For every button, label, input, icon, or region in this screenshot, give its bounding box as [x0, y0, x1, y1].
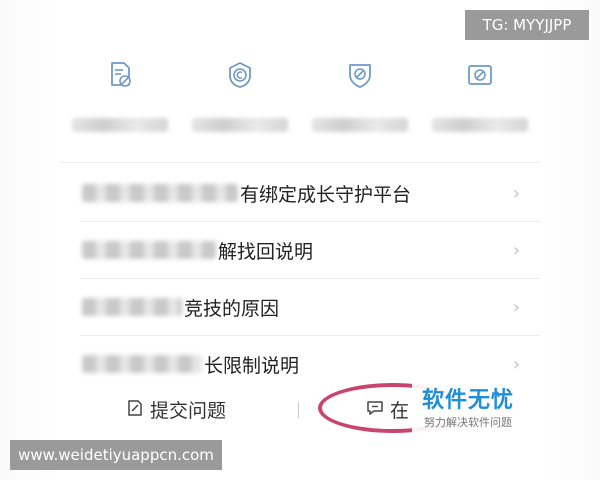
coin-badge-icon — [225, 60, 255, 94]
chevron-right-icon: › — [512, 354, 520, 375]
list-item[interactable]: 竞技的原因 › — [80, 279, 540, 336]
faq-list: 有绑定成长守护平台 › 解找回说明 › 竞技的原因 › 长限制说明 › — [80, 165, 540, 392]
brand-watermark-subtitle: 努力解决软件问题 — [424, 416, 512, 429]
blurred-text — [82, 184, 238, 202]
section-divider — [60, 162, 540, 163]
submit-question-label: 提交问题 — [150, 400, 227, 422]
shield-block-icon — [345, 60, 375, 94]
blurred-text — [82, 298, 182, 316]
quick-action-2[interactable] — [180, 60, 300, 140]
list-item-label: 长限制说明 — [204, 354, 300, 377]
quick-action-label-1 — [72, 118, 168, 132]
quick-action-label-3 — [312, 118, 408, 132]
blurred-text — [82, 355, 202, 373]
quick-action-4[interactable] — [420, 60, 540, 140]
edit-document-icon — [126, 399, 144, 421]
list-item[interactable]: 解找回说明 › — [80, 222, 540, 279]
right-edge — [540, 0, 600, 480]
list-item[interactable]: 有绑定成长守护平台 › — [80, 165, 540, 222]
quick-actions-row — [60, 60, 540, 140]
left-edge — [0, 0, 60, 480]
list-item-label: 竞技的原因 — [184, 297, 280, 320]
watermark-bottom-left: www.weidetiyuappcn.com — [10, 440, 222, 470]
quick-action-label-4 — [432, 118, 528, 132]
watermark-top-right: TG: MYYJJPP — [465, 10, 589, 40]
quick-action-1[interactable] — [60, 60, 180, 140]
submit-question-button[interactable]: 提交问题 — [126, 396, 226, 423]
brand-watermark-title: 软件无忧 — [422, 388, 515, 413]
blurred-text — [82, 241, 216, 259]
image-block-icon — [465, 60, 495, 94]
chevron-right-icon: › — [512, 240, 520, 261]
chevron-right-icon: › — [512, 297, 520, 318]
document-block-icon — [105, 60, 135, 94]
list-item-label: 解找回说明 — [218, 240, 314, 263]
quick-action-label-2 — [192, 118, 288, 132]
quick-action-3[interactable] — [300, 60, 420, 140]
brand-watermark: 软件无忧 努力解决软件问题 — [412, 378, 528, 434]
chevron-right-icon: › — [512, 183, 520, 204]
list-item-label: 有绑定成长守护平台 — [240, 183, 412, 206]
bar-separator — [298, 402, 299, 418]
